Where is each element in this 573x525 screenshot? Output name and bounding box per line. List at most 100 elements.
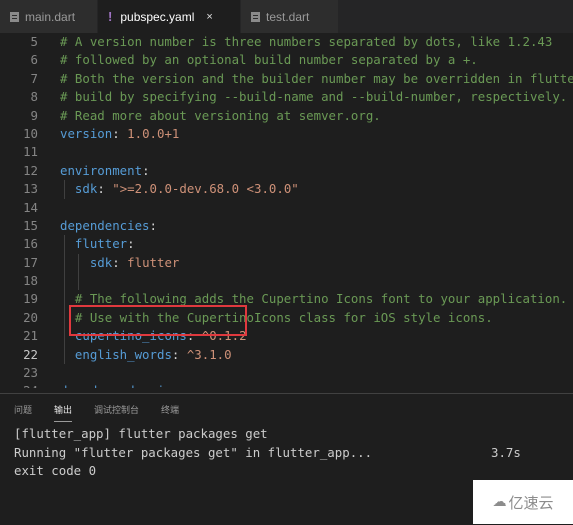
line-number: 8 — [30, 89, 38, 105]
editor-tab-bar: main.dart ! pubspec.yaml × test.dart — [0, 0, 573, 33]
yaml-key: flutter — [74, 236, 128, 252]
tab-label: test.dart — [266, 9, 310, 24]
line-number: 5 — [30, 34, 38, 49]
code-line: 5 # A version number is three numbers sep… — [0, 33, 573, 51]
yaml-value: ^3.1.0 — [186, 346, 232, 362]
code-line: 16 flutter: — [0, 235, 573, 254]
panel-tab-problems[interactable]: 问题 — [14, 403, 32, 416]
yaml-key: version — [60, 125, 113, 141]
code-content: # followed by an optional build number s… — [60, 51, 478, 69]
yaml-key: dev_dependencies — [60, 383, 179, 388]
output-log: [flutter_app] flutter packages get Runni… — [0, 424, 573, 481]
code-content: version: 1.0.0+1 — [60, 125, 179, 143]
output-line: Running "flutter packages get" in flutte… — [14, 444, 573, 463]
line-number: 14 — [23, 199, 38, 215]
code-content: english_words: ^3.1.0 — [60, 346, 232, 364]
line-number: 11 — [23, 144, 38, 160]
panel-tabs: 问题 输出 调试控制台 终端 — [0, 394, 573, 424]
code-content: environment: — [60, 162, 150, 180]
line-number: 13 — [23, 181, 38, 197]
yaml-key: sdk — [89, 254, 113, 270]
code-content: # build by specifying --build-name and -… — [60, 88, 567, 106]
yaml-value: ">=2.0.0-dev.68.0 <3.0.0" — [112, 181, 299, 197]
highlight-annotation-box — [69, 305, 247, 336]
line-number: 24 — [0, 382, 38, 388]
line-number: 17 — [23, 254, 38, 270]
watermark-logo: ☁ 亿速云 — [473, 480, 573, 524]
code-content: flutter: — [60, 235, 135, 253]
yaml-key: dependencies — [60, 217, 150, 233]
yaml-comment: # Both the version and the builder numbe… — [60, 70, 573, 86]
close-icon[interactable]: × — [206, 11, 212, 23]
code-line: 9 # Read more about versioning at semver.… — [0, 107, 573, 125]
line-number: 19 — [23, 291, 38, 307]
panel-tab-output[interactable]: 输出 — [54, 403, 73, 422]
line-number: 15 — [23, 217, 38, 233]
code-line: 18 — [0, 272, 573, 291]
cloud-logo-icon: ☁ — [492, 494, 507, 510]
yaml-colon: : — [171, 346, 180, 362]
output-line: exit code 0 — [14, 462, 573, 481]
yaml-colon: : — [112, 125, 120, 141]
line-number: 10 — [23, 125, 38, 141]
yaml-comment: # followed by an optional build number s… — [60, 52, 478, 68]
yaml-key: sdk — [74, 181, 98, 197]
yaml-value: 1.0.0+1 — [127, 125, 180, 141]
yaml-colon: : — [179, 383, 186, 388]
code-line: 24 dev_dependencies: — [0, 382, 573, 388]
line-number: 7 — [30, 70, 38, 86]
line-number: 18 — [23, 273, 38, 289]
line-number: 16 — [23, 236, 38, 252]
code-line: 10 version: 1.0.0+1 — [0, 125, 573, 143]
yaml-colon: : — [149, 217, 157, 233]
yaml-key: english_words — [74, 346, 172, 362]
tab-label: main.dart — [25, 9, 76, 24]
panel-tab-terminal[interactable]: 终端 — [161, 403, 179, 416]
code-content: # Read more about versioning at semver.o… — [60, 107, 381, 125]
line-number: 20 — [23, 309, 38, 325]
code-content: sdk: ">=2.0.0-dev.68.0 <3.0.0" — [60, 180, 299, 198]
yaml-comment: # A version number is three numbers sepa… — [60, 34, 553, 49]
yaml-colon: : — [127, 236, 135, 252]
yaml-comment: # Read more about versioning at semver.o… — [60, 107, 381, 123]
tab-bar-empty — [339, 0, 573, 33]
indent-guide — [64, 272, 65, 291]
code-line: 14 — [0, 199, 573, 217]
code-content: sdk: flutter — [60, 254, 180, 272]
line-number: 22 — [23, 346, 38, 362]
panel-tab-debug-console[interactable]: 调试控制台 — [94, 403, 139, 416]
elapsed-time: 3.7s — [491, 444, 521, 460]
tab-main-dart[interactable]: main.dart — [0, 0, 98, 33]
code-line: 17 sdk: flutter — [0, 253, 573, 273]
output-text: exit code 0 — [14, 463, 97, 478]
code-content: # A version number is three numbers sepa… — [60, 33, 552, 51]
yaml-colon: : — [142, 162, 150, 178]
code-line: 15 dependencies: — [0, 217, 573, 235]
code-content: dependencies: — [60, 217, 157, 235]
yaml-key: environment — [60, 162, 143, 178]
code-line: 8 # build by specifying --build-name and … — [0, 88, 573, 106]
code-content: # Both the version and the builder numbe… — [60, 70, 573, 88]
output-text: [flutter_app] flutter packages get — [14, 426, 268, 441]
yaml-file-icon: ! — [108, 9, 113, 24]
line-number: 12 — [23, 162, 38, 178]
line-number: 23 — [23, 365, 38, 381]
line-number: 9 — [30, 107, 38, 123]
code-content: dev_dependencies: — [60, 382, 187, 388]
code-line: 23 — [0, 364, 573, 382]
code-line: 11 — [0, 143, 573, 161]
code-line: 22 english_words: ^3.1.0 — [0, 345, 573, 365]
code-line: 13 sdk: ">=2.0.0-dev.68.0 <3.0.0" — [0, 180, 573, 199]
dart-file-icon — [251, 11, 260, 22]
yaml-comment: # build by specifying --build-name and -… — [60, 89, 568, 105]
yaml-colon: : — [112, 254, 120, 270]
tab-test-dart[interactable]: test.dart — [241, 0, 339, 33]
indent-guide — [78, 272, 79, 291]
watermark-text: 亿速云 — [508, 493, 554, 512]
yaml-value: flutter — [127, 254, 180, 270]
output-line: [flutter_app] flutter packages get — [14, 425, 573, 444]
tab-pubspec-yaml[interactable]: ! pubspec.yaml × — [98, 0, 241, 33]
code-line: 6 # followed by an optional build number … — [0, 51, 573, 69]
dart-file-icon — [10, 11, 19, 22]
tab-label: pubspec.yaml — [120, 9, 195, 24]
